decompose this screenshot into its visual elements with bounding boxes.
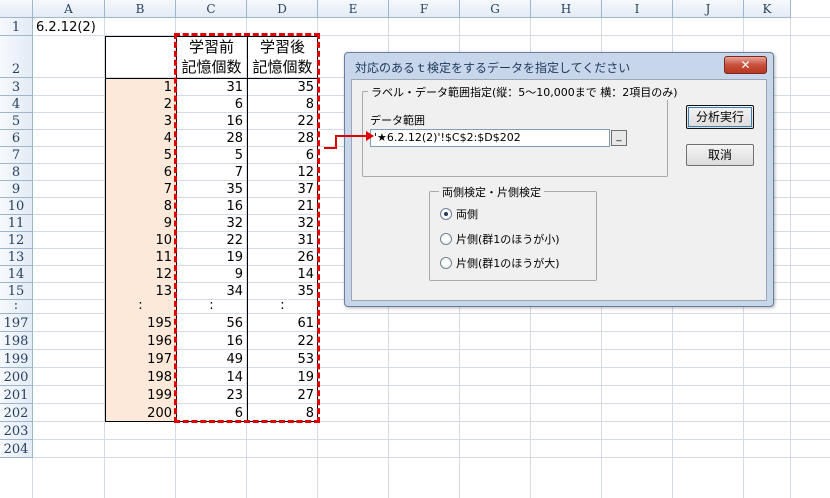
select-all-corner[interactable] (0, 0, 33, 18)
column-header-j[interactable]: J (673, 0, 744, 18)
row-header[interactable]: 11 (0, 215, 33, 232)
t-test-dialog: 対応のあるｔ検定をするデータを指定してください ✕ ラベル・データ範囲指定(縦：… (344, 52, 774, 307)
row-header[interactable]: 197 (0, 314, 33, 332)
column-header-e[interactable]: E (318, 0, 389, 18)
column-header-a[interactable]: A (33, 0, 105, 18)
cell-b-value[interactable]: 2 (105, 96, 176, 113)
cell-b-value[interactable]: 198 (105, 369, 176, 386)
row-header[interactable]: 8 (0, 164, 33, 181)
cancel-button[interactable]: 取消 (686, 144, 754, 166)
cell-b-value[interactable]: 11 (105, 249, 176, 266)
row-header[interactable]: 203 (0, 422, 33, 440)
row-header[interactable]: 6 (0, 130, 33, 147)
radio-one-sided-less-indicator (440, 233, 452, 245)
row-header[interactable]: 5 (0, 113, 33, 130)
column-header-g[interactable]: G (460, 0, 531, 18)
cell-b-value[interactable]: 196 (105, 333, 176, 350)
row-header[interactable]: 199 (0, 350, 33, 368)
cell-b-value[interactable]: 3 (105, 113, 176, 130)
cell-b-value[interactable]: 199 (105, 387, 176, 404)
range-input[interactable]: '★6.2.12(2)'!$C$2:$D$202 (370, 129, 610, 147)
row-header[interactable]: 202 (0, 404, 33, 422)
run-analysis-button[interactable]: 分析実行 (686, 105, 754, 129)
row-header[interactable]: 1 (0, 18, 33, 36)
row-header[interactable]: 12 (0, 232, 33, 249)
column-header-f[interactable]: F (389, 0, 460, 18)
cell-b-value[interactable]: 10 (105, 232, 176, 249)
test-type-group-label: 両側検定・片側検定 (439, 184, 544, 200)
row-header[interactable]: 4 (0, 96, 33, 113)
row-header[interactable]: 14 (0, 266, 33, 283)
close-button[interactable]: ✕ (724, 56, 767, 74)
column-header-h[interactable]: H (531, 0, 602, 18)
radio-one-sided-greater-indicator (440, 257, 452, 269)
row-header[interactable]: 7 (0, 147, 33, 164)
cell-b-value[interactable]: 195 (105, 315, 176, 332)
column-header-c[interactable]: C (176, 0, 247, 18)
row-header[interactable]: 2 (0, 36, 33, 78)
radio-one-sided-greater[interactable]: 片側(群1のほうが大) (440, 255, 560, 271)
radio-one-sided-greater-label: 片側(群1のほうが大) (456, 257, 560, 270)
range-label: データ範囲 (370, 114, 425, 127)
row-header[interactable]: 13 (0, 249, 33, 266)
cell-b-value[interactable]: 1 (105, 79, 176, 96)
row-header[interactable]: 3 (0, 78, 33, 96)
radio-one-sided-less[interactable]: 片側(群1のほうが小) (440, 231, 560, 247)
range-ref-button[interactable]: _ (611, 130, 627, 146)
grid-line-horizontal (33, 439, 830, 440)
radio-two-sided-label: 両側 (456, 208, 478, 221)
grid-line-horizontal (33, 457, 830, 458)
cell-b-value[interactable]: 4 (105, 130, 176, 147)
cell-b-value[interactable]: 8 (105, 198, 176, 215)
row-header[interactable]: 198 (0, 332, 33, 350)
row-header[interactable]: 204 (0, 440, 33, 458)
row-header[interactable]: 9 (0, 181, 33, 198)
row-header[interactable]: 200 (0, 368, 33, 386)
radio-two-sided-indicator (440, 208, 452, 220)
row-header[interactable]: : (0, 298, 33, 314)
range-group-label: ラベル・データ範囲指定(縦：5～10,000まで 横：2項目のみ) (368, 84, 681, 100)
cell-b-value[interactable]: 12 (105, 266, 176, 283)
cell-b-value[interactable]: 197 (105, 351, 176, 368)
dialog-body: ラベル・データ範囲指定(縦：5～10,000まで 横：2項目のみ) データ範囲 … (351, 79, 767, 301)
row-header[interactable]: 10 (0, 198, 33, 215)
cell-b-value[interactable]: 200 (105, 405, 176, 422)
radio-one-sided-less-label: 片側(群1のほうが小) (456, 233, 560, 246)
column-header-b[interactable]: B (105, 0, 176, 18)
cell-b-value[interactable]: : (105, 297, 176, 314)
selection-dashed-outline (174, 33, 320, 423)
column-header-k[interactable]: K (744, 0, 791, 18)
cell-b-value[interactable]: 9 (105, 215, 176, 232)
cell-b-value[interactable]: 5 (105, 147, 176, 164)
column-header-i[interactable]: I (602, 0, 673, 18)
dialog-title: 対応のあるｔ検定をするデータを指定してください (355, 61, 631, 75)
row-header[interactable]: 201 (0, 386, 33, 404)
grid-line-vertical (790, 18, 791, 498)
cell-b-value[interactable]: 6 (105, 164, 176, 181)
cell-b-value[interactable]: 7 (105, 181, 176, 198)
radio-two-sided[interactable]: 両側 (440, 206, 478, 222)
cell-a1[interactable]: 6.2.12(2) (36, 19, 96, 36)
column-header-d[interactable]: D (247, 0, 318, 18)
